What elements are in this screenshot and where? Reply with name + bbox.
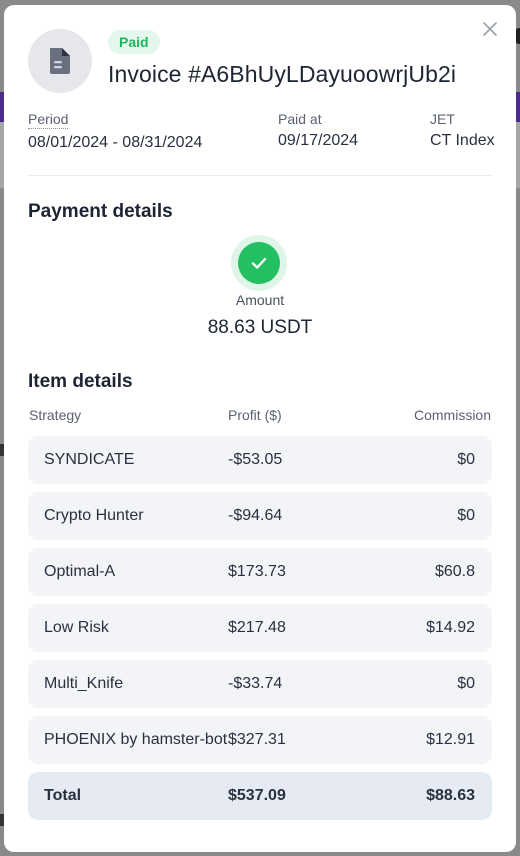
- divider: [28, 175, 492, 176]
- commission-cell: $60.8: [434, 563, 475, 580]
- commission-cell: $14.92: [426, 619, 475, 636]
- invoice-title: Invoice #A6BhUyLDayuoowrjUb2i: [108, 61, 457, 87]
- amount-label: Amount: [235, 292, 285, 308]
- check-icon: [251, 257, 267, 269]
- commission-cell: $0: [457, 507, 475, 524]
- item-details-title: Item details: [28, 371, 133, 392]
- commission-cell: $0: [457, 451, 475, 468]
- period-value: 08/01/2024 - 08/31/2024: [28, 134, 203, 151]
- profit-cell: $217.48: [228, 619, 286, 636]
- paid-at-block: Paid at 09/17/2024: [278, 111, 358, 150]
- total-row: Total $537.09 $88.63: [28, 772, 492, 820]
- invoice-modal: Paid Invoice #A6BhUyLDayuoowrjUb2i Perio…: [4, 5, 516, 852]
- table-row: Multi_Knife -$33.74 $0: [28, 660, 492, 708]
- profit-cell: -$94.64: [228, 507, 283, 524]
- column-header-strategy: Strategy: [29, 407, 82, 423]
- jet-label: JET: [430, 111, 455, 127]
- table-row: Optimal-A $173.73 $60.8: [28, 548, 492, 596]
- jet-value: CT Index: [430, 132, 495, 149]
- profit-cell: -$33.74: [228, 675, 283, 692]
- amount-value: 88.63 USDT: [207, 317, 313, 338]
- strategy-cell: Optimal-A: [44, 563, 116, 580]
- paid-at-value: 09/17/2024: [278, 132, 359, 149]
- close-button[interactable]: [480, 19, 500, 39]
- commission-cell: $0: [457, 675, 475, 692]
- table-row: Crypto Hunter -$94.64 $0: [28, 492, 492, 540]
- column-header-profit: Profit ($): [228, 407, 282, 423]
- document-icon: [50, 48, 70, 74]
- table-header: Strategy Profit ($) Commission: [28, 407, 492, 425]
- table-row: Low Risk $217.48 $14.92: [28, 604, 492, 652]
- strategy-cell: SYNDICATE: [44, 451, 135, 468]
- close-icon[interactable]: [482, 21, 498, 37]
- strategy-cell: PHOENIX by hamster-bot: [44, 731, 228, 748]
- column-header-commission: Commission: [413, 407, 491, 423]
- paid-at-label: Paid at: [278, 111, 322, 127]
- period-block: Period 08/01/2024 - 08/31/2024: [28, 111, 202, 152]
- total-profit: $537.09: [228, 787, 286, 804]
- table-row: SYNDICATE -$53.05 $0: [28, 436, 492, 484]
- strategy-cell: Crypto Hunter: [44, 507, 144, 524]
- commission-cell: $12.91: [426, 731, 475, 748]
- profit-cell: $173.73: [228, 563, 286, 580]
- total-commission: $88.63: [426, 787, 475, 804]
- payment-details-title: Payment details: [28, 201, 173, 222]
- payment-success-indicator: [231, 235, 287, 291]
- status-badge: Paid: [108, 30, 160, 54]
- profit-cell: -$53.05: [228, 451, 283, 468]
- period-label[interactable]: Period: [28, 111, 69, 129]
- total-label: Total: [44, 787, 82, 804]
- jet-block: JET CT Index: [430, 111, 495, 150]
- strategy-cell: Multi_Knife: [44, 675, 124, 692]
- invoice-avatar: [28, 29, 92, 93]
- profit-cell: $327.31: [228, 731, 286, 748]
- table-row: PHOENIX by hamster-bot $327.31 $12.91: [28, 716, 492, 764]
- strategy-cell: Low Risk: [44, 619, 109, 636]
